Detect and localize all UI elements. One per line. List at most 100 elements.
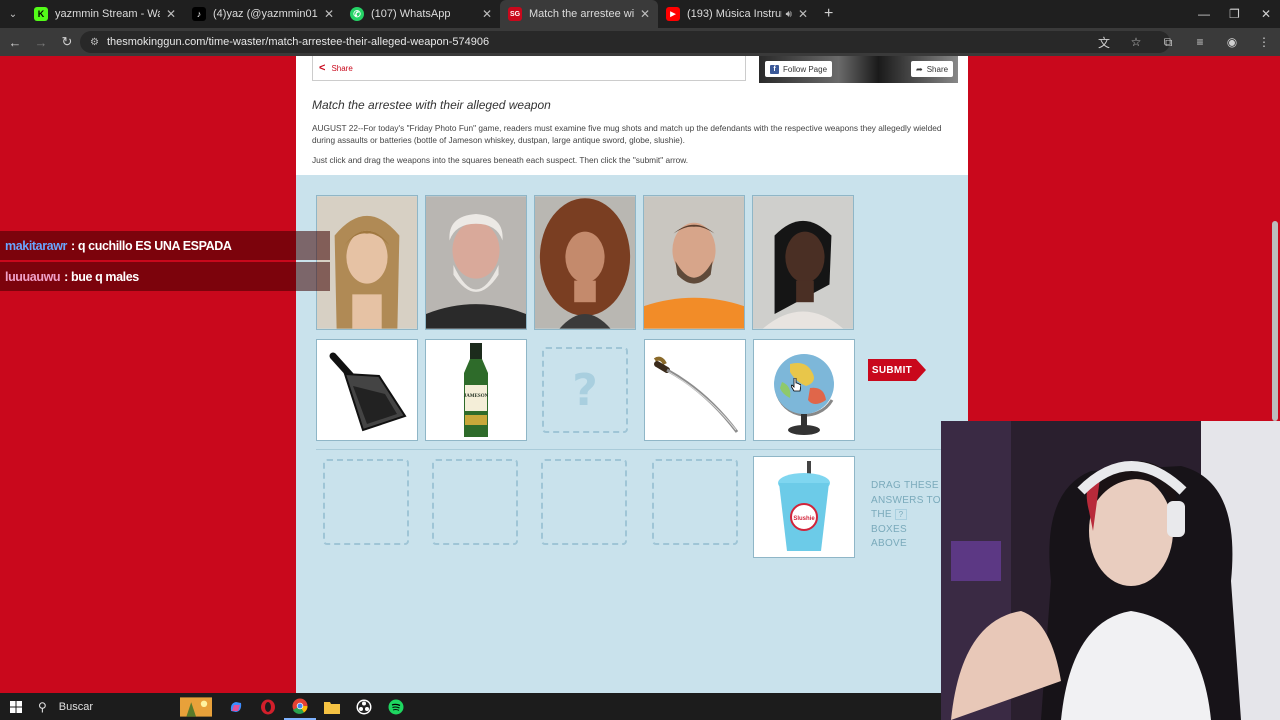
- weapon-jameson-bottle[interactable]: JAMESON: [425, 339, 527, 441]
- chrome-icon[interactable]: [284, 693, 316, 720]
- close-tab-icon[interactable]: ✕: [482, 7, 492, 21]
- chat-username: luuuauwu: [5, 269, 61, 284]
- fb-follow-button[interactable]: f Follow Page: [765, 61, 833, 77]
- back-icon[interactable]: ←: [4, 35, 26, 50]
- url-bar[interactable]: ⚙ thesmokinggun.com/time-waster/match-ar…: [80, 31, 1170, 53]
- fb-share-button[interactable]: ➦ Share: [911, 61, 954, 77]
- windows-start-button[interactable]: [0, 700, 32, 713]
- youtube-icon: ▶: [666, 7, 680, 21]
- drag-instr-line-3b: BOXES: [871, 523, 907, 535]
- chat-text: : q cuchillo ES UNA ESPADA: [71, 238, 232, 253]
- restore-icon[interactable]: ❐: [1229, 0, 1240, 28]
- taskbar-search[interactable]: ⚲ Buscar: [32, 700, 180, 714]
- mugshot-5: [752, 195, 854, 330]
- share-arrow-icon: <: [319, 62, 326, 74]
- empty-drop-slot-2[interactable]: [432, 459, 518, 545]
- smoking-gun-icon: SG: [508, 7, 522, 21]
- dustpan-image: [329, 352, 407, 432]
- obs-icon[interactable]: [348, 693, 380, 720]
- chat-text: : bue q males: [64, 269, 139, 284]
- close-tab-icon[interactable]: ✕: [324, 7, 334, 21]
- tab-title: Match the arrestee with their a: [529, 8, 634, 20]
- tab-search-chevron-icon[interactable]: ⌄: [0, 0, 26, 28]
- drag-instr-line-1: DRAG THESE: [871, 480, 939, 491]
- article-instructions: Just click and drag the weapons into the…: [312, 155, 689, 165]
- globe-image: [774, 354, 834, 435]
- empty-answer-slot[interactable]: ?: [542, 347, 628, 433]
- mugshot-photo: [317, 196, 417, 329]
- widgets-icon[interactable]: [180, 693, 212, 720]
- mugshot-1: [316, 195, 418, 330]
- close-tab-icon[interactable]: ✕: [640, 7, 650, 21]
- bookmark-star-icon[interactable]: ☆: [1120, 35, 1152, 49]
- translate-icon[interactable]: 文: [1088, 34, 1120, 51]
- close-window-icon[interactable]: ✕: [1261, 0, 1271, 28]
- spotify-icon[interactable]: [380, 693, 412, 720]
- menu-kebab-icon[interactable]: ⋮: [1248, 35, 1280, 49]
- sword-image: [653, 356, 739, 433]
- empty-drop-slot-4[interactable]: [652, 459, 738, 545]
- mugshot-photo: [426, 196, 526, 329]
- whiskey-bottle-image: JAMESON: [464, 343, 489, 437]
- widgets-image: [180, 696, 212, 717]
- weapon-globe[interactable]: [753, 339, 855, 441]
- opera-logo: [261, 699, 275, 714]
- tab-tiktok[interactable]: ♪ (4)yaz (@yazmmin01) | TikTok ✕: [184, 0, 342, 28]
- tab-title: yazmmin Stream - Watch Live o: [55, 8, 160, 20]
- drag-instr-line-3a: THE: [871, 509, 892, 520]
- submit-arrow-button[interactable]: SUBMIT: [868, 359, 928, 381]
- extensions-icon[interactable]: ⧉: [1152, 35, 1184, 50]
- drag-instr-line-2: ANSWERS TO: [871, 494, 941, 506]
- tab-smoking-gun[interactable]: SG Match the arrestee with their a ✕: [500, 0, 658, 28]
- profile-avatar-icon[interactable]: ◉: [1216, 35, 1248, 49]
- slushie-label: Slushie: [793, 516, 815, 522]
- tab-whatsapp[interactable]: ✆ (107) WhatsApp ✕: [342, 0, 500, 28]
- tab-youtube[interactable]: ▶ (193) Música Instrumental c 🔊︎ ✕: [658, 0, 816, 28]
- mugshot-photo: [535, 196, 635, 329]
- empty-drop-slot-3[interactable]: [541, 459, 627, 545]
- spotify-logo: [388, 699, 404, 714]
- browser-tab-bar: ⌄ K yazmmin Stream - Watch Live o ✕ ♪ (4…: [0, 0, 1280, 28]
- close-tab-icon[interactable]: ✕: [166, 7, 176, 21]
- weapon-slushie[interactable]: Slushie: [753, 456, 855, 558]
- forward-icon[interactable]: →: [30, 35, 52, 50]
- share-label: Share: [331, 63, 353, 73]
- submit-label: SUBMIT: [868, 359, 916, 381]
- new-tab-icon[interactable]: +: [824, 5, 833, 23]
- mugshot-3: [534, 195, 636, 330]
- mugshot-photo: [753, 196, 853, 329]
- opera-icon[interactable]: [252, 693, 284, 720]
- close-tab-icon[interactable]: ✕: [798, 7, 808, 21]
- chat-username: makitarawr: [5, 238, 68, 253]
- weapon-dustpan[interactable]: [316, 339, 418, 441]
- audio-playing-icon[interactable]: 🔊︎: [786, 9, 792, 20]
- site-info-icon[interactable]: ⚙: [90, 37, 99, 48]
- file-explorer-icon[interactable]: [316, 693, 348, 720]
- fb-follow-label: Follow Page: [783, 64, 828, 74]
- obs-logo: [356, 699, 372, 714]
- share-link[interactable]: < Share: [319, 62, 353, 74]
- kick-icon: K: [34, 7, 48, 21]
- tab-kick[interactable]: K yazmmin Stream - Watch Live o ✕: [26, 0, 184, 28]
- question-mark-icon: ?: [572, 364, 598, 416]
- drag-instructions: DRAG THESE ANSWERS TO THE ? BOXES ABOVE: [871, 479, 941, 552]
- streamer-webcam: [941, 421, 1280, 720]
- empty-drop-slot-1[interactable]: [323, 459, 409, 545]
- tab-title: (193) Música Instrumental c: [687, 8, 782, 20]
- tab-title: (107) WhatsApp: [371, 8, 451, 20]
- copilot-icon[interactable]: [220, 693, 252, 720]
- facebook-icon: f: [770, 64, 779, 74]
- chat-message-2: luuuauwu : bue q males: [0, 262, 330, 291]
- address-toolbar: ← → ↻ ⚙ thesmokinggun.com/time-waster/ma…: [0, 28, 1280, 56]
- reload-icon[interactable]: ↻: [56, 34, 78, 50]
- drag-instr-line-4: ABOVE: [871, 538, 907, 549]
- share-box: < Share: [312, 56, 746, 81]
- reading-list-icon[interactable]: ≡: [1184, 35, 1216, 49]
- minimize-icon[interactable]: —: [1198, 0, 1210, 28]
- mini-question-box-icon: ?: [895, 509, 907, 520]
- chat-message-1: makitarawr : q cuchillo ES UNA ESPADA: [0, 231, 330, 260]
- weapon-antique-sword[interactable]: [644, 339, 746, 441]
- scrollbar-thumb[interactable]: [1272, 221, 1278, 421]
- fb-share-label: Share: [926, 64, 949, 74]
- submit-arrow-tip-icon: [916, 359, 926, 381]
